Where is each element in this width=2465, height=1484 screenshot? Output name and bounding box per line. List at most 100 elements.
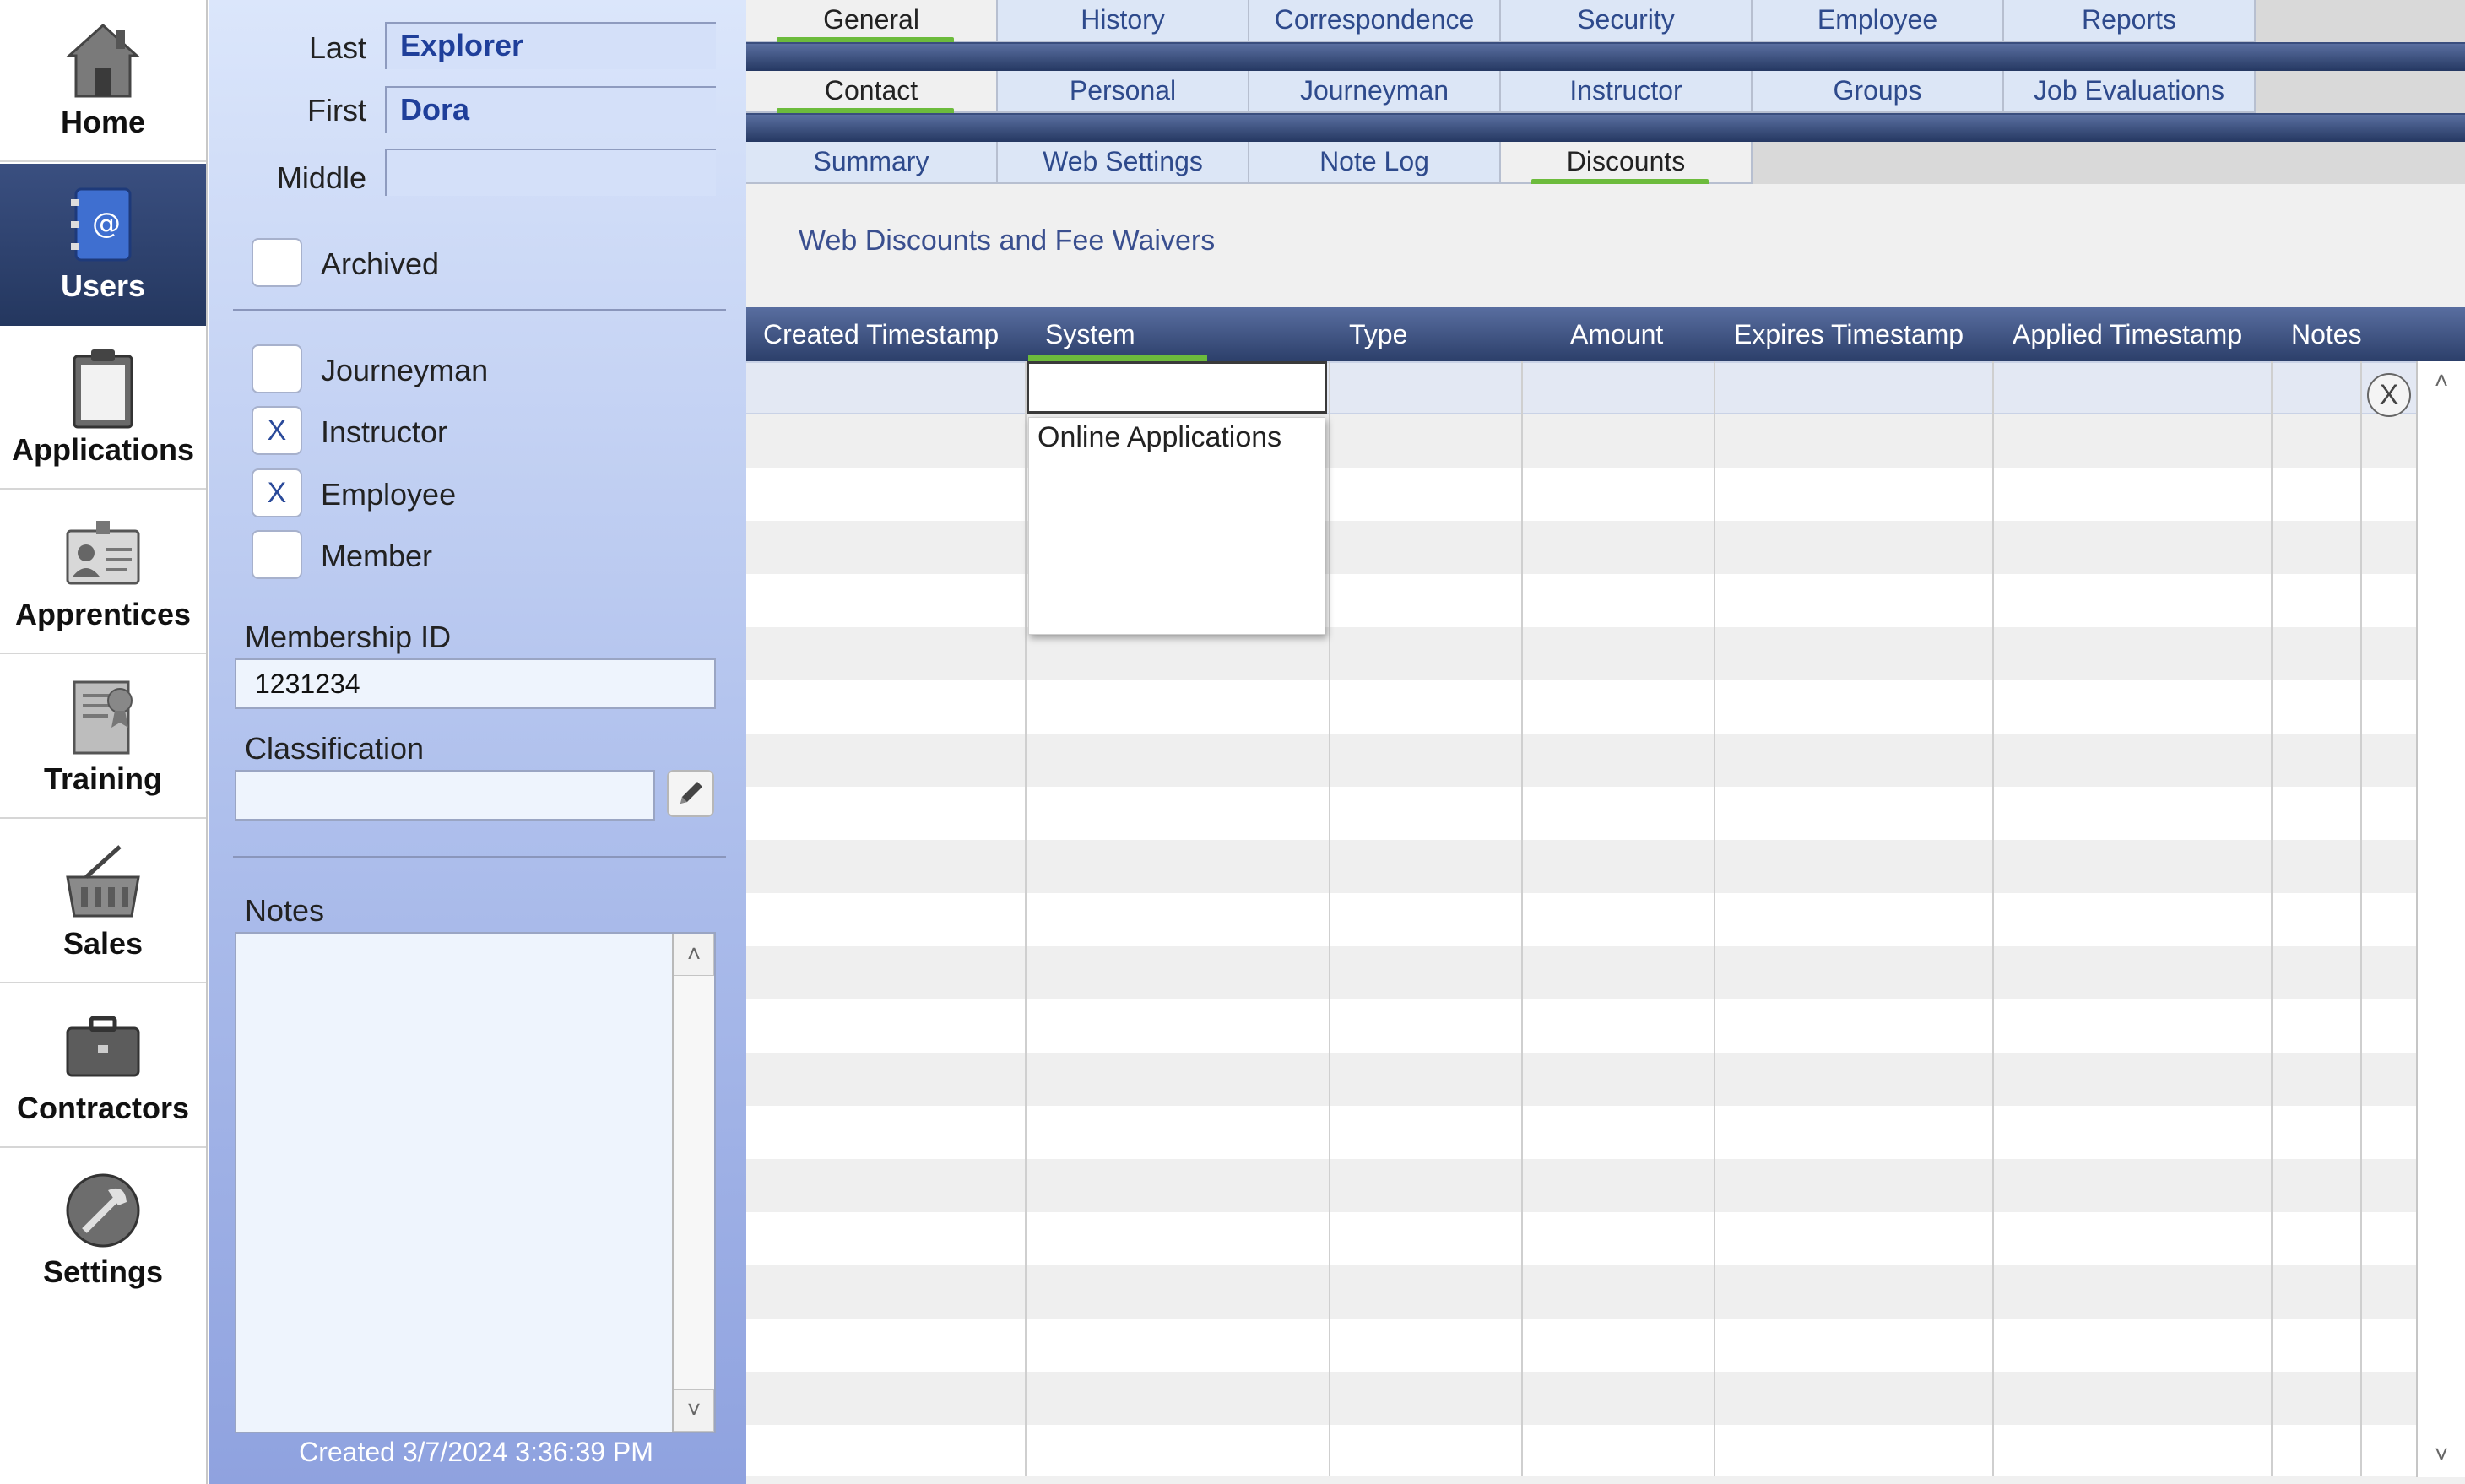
tab-label: Discounts xyxy=(1566,146,1686,176)
notes-textarea[interactable]: ˄ ˅ xyxy=(235,932,716,1433)
column-divider xyxy=(1025,361,1027,1476)
member-checkbox[interactable] xyxy=(252,530,302,579)
nav-item-sales[interactable]: Sales xyxy=(0,821,206,983)
tab-employee[interactable]: Employee xyxy=(1753,0,2004,42)
svg-text:@: @ xyxy=(92,207,121,241)
notes-scrollbar[interactable]: ˄ ˅ xyxy=(672,934,714,1432)
scroll-down-icon[interactable]: ˅ xyxy=(2421,1435,2462,1477)
tab-summary[interactable]: Summary xyxy=(746,142,998,184)
tab-row-contact: Summary Web Settings Note Log Discounts xyxy=(746,142,2465,186)
table-row xyxy=(746,734,2416,787)
journeyman-checkbox[interactable] xyxy=(252,344,302,393)
tab-journeyman[interactable]: Journeyman xyxy=(1249,71,1501,113)
membership-id-field[interactable]: 1231234 xyxy=(235,658,716,709)
column-header-type[interactable]: Type xyxy=(1349,307,1407,361)
column-header-expires-timestamp[interactable]: Expires Timestamp xyxy=(1734,307,1964,361)
certificate-icon xyxy=(73,680,133,755)
tab-label: General xyxy=(823,4,919,35)
nav-item-home[interactable]: Home xyxy=(0,0,206,162)
discounts-table xyxy=(746,361,2416,1476)
middle-name-field[interactable] xyxy=(385,149,716,196)
column-header-amount[interactable]: Amount xyxy=(1570,307,1663,361)
divider xyxy=(233,309,726,311)
tab-reports[interactable]: Reports xyxy=(2004,0,2256,42)
table-row xyxy=(746,1425,2416,1476)
tab-row-main: General History Correspondence Security … xyxy=(746,0,2465,44)
first-name-label: First xyxy=(307,93,366,127)
tab-label: Contact xyxy=(824,75,918,106)
column-divider xyxy=(2360,361,2362,1476)
table-row xyxy=(746,468,2416,521)
tab-divider-bar xyxy=(746,113,2465,142)
employee-label: Employee xyxy=(321,477,457,512)
main-nav: Home @ Users Applications Apprentices Tr… xyxy=(0,0,208,1484)
table-row-new[interactable] xyxy=(746,361,2416,414)
created-timestamp: Created 3/7/2024 3:36:39 PM xyxy=(299,1437,653,1467)
tab-discounts[interactable]: Discounts xyxy=(1501,142,1753,186)
journeyman-label: Journeyman xyxy=(321,353,489,387)
nav-label-contractors: Contractors xyxy=(16,1091,190,1125)
table-row xyxy=(746,1212,2416,1265)
briefcase-icon xyxy=(66,1016,140,1077)
membership-id-label: Membership ID xyxy=(245,620,452,654)
tab-instructor[interactable]: Instructor xyxy=(1501,71,1753,113)
edit-classification-button[interactable] xyxy=(667,770,714,817)
table-scrollbar[interactable]: ˄ ˅ xyxy=(2416,361,2465,1477)
column-header-created-timestamp[interactable]: Created Timestamp xyxy=(763,307,999,361)
table-row xyxy=(746,521,2416,574)
table-row xyxy=(746,946,2416,999)
column-header-notes[interactable]: Notes xyxy=(2291,307,2362,361)
tab-row-general: Contact Personal Journeyman Instructor G… xyxy=(746,71,2465,115)
tab-note-log[interactable]: Note Log xyxy=(1249,142,1501,184)
first-name-field[interactable]: Dora xyxy=(385,86,716,133)
nav-label-apprentices: Apprentices xyxy=(14,597,192,631)
nav-item-training[interactable]: Training xyxy=(0,657,206,819)
last-name-field[interactable]: Explorer xyxy=(385,22,716,69)
pencil-icon xyxy=(680,782,702,804)
divider xyxy=(233,856,726,858)
section-title: Web Discounts and Fee Waivers xyxy=(799,225,1216,257)
nav-label-training: Training xyxy=(43,761,162,796)
column-header-system[interactable]: System xyxy=(1045,307,1135,361)
nav-item-contractors[interactable]: Contractors xyxy=(0,986,206,1148)
nav-item-applications[interactable]: Applications xyxy=(0,328,206,490)
nav-item-users[interactable]: @ Users xyxy=(0,164,206,326)
table-row xyxy=(746,1159,2416,1212)
delete-row-button[interactable]: X xyxy=(2367,373,2411,417)
system-input[interactable] xyxy=(1027,361,1327,414)
classification-label: Classification xyxy=(245,731,425,766)
discounts-panel: Web Discounts and Fee Waivers Created Ti… xyxy=(746,184,2465,1484)
tab-job-evaluations[interactable]: Job Evaluations xyxy=(2004,71,2256,113)
notes-label: Notes xyxy=(245,893,325,928)
nav-item-settings[interactable]: Settings xyxy=(0,1150,206,1312)
tab-contact[interactable]: Contact xyxy=(746,71,998,115)
table-row xyxy=(746,1319,2416,1372)
scroll-up-icon[interactable]: ˄ xyxy=(2421,361,2462,403)
tab-general[interactable]: General xyxy=(746,0,998,44)
archived-checkbox[interactable] xyxy=(252,238,302,287)
nav-label-applications: Applications xyxy=(11,432,195,467)
column-divider xyxy=(1521,361,1523,1476)
address-book-icon: @ xyxy=(71,187,132,262)
column-header-applied-timestamp[interactable]: Applied Timestamp xyxy=(2013,307,2242,361)
nav-label-settings: Settings xyxy=(42,1254,163,1289)
tab-correspondence[interactable]: Correspondence xyxy=(1249,0,1501,42)
tab-security[interactable]: Security xyxy=(1501,0,1753,42)
nav-item-apprentices[interactable]: Apprentices xyxy=(0,492,206,654)
system-dropdown: Online Applications xyxy=(1028,417,1325,635)
table-row xyxy=(746,1053,2416,1106)
employee-checkbox[interactable]: X xyxy=(252,468,302,517)
id-badge-icon xyxy=(66,521,140,585)
tab-history[interactable]: History xyxy=(998,0,1249,42)
tab-web-settings[interactable]: Web Settings xyxy=(998,142,1249,184)
scroll-down-icon[interactable]: ˅ xyxy=(674,1389,714,1432)
dropdown-option-online-applications[interactable]: Online Applications xyxy=(1037,421,1281,454)
instructor-checkbox[interactable]: X xyxy=(252,406,302,455)
tab-groups[interactable]: Groups xyxy=(1753,71,2004,113)
tab-personal[interactable]: Personal xyxy=(998,71,1249,113)
middle-name-label: Middle xyxy=(276,160,366,195)
archived-label: Archived xyxy=(321,246,440,281)
classification-field[interactable] xyxy=(235,770,655,821)
scroll-up-icon[interactable]: ˄ xyxy=(674,934,714,976)
table-row xyxy=(746,414,2416,468)
